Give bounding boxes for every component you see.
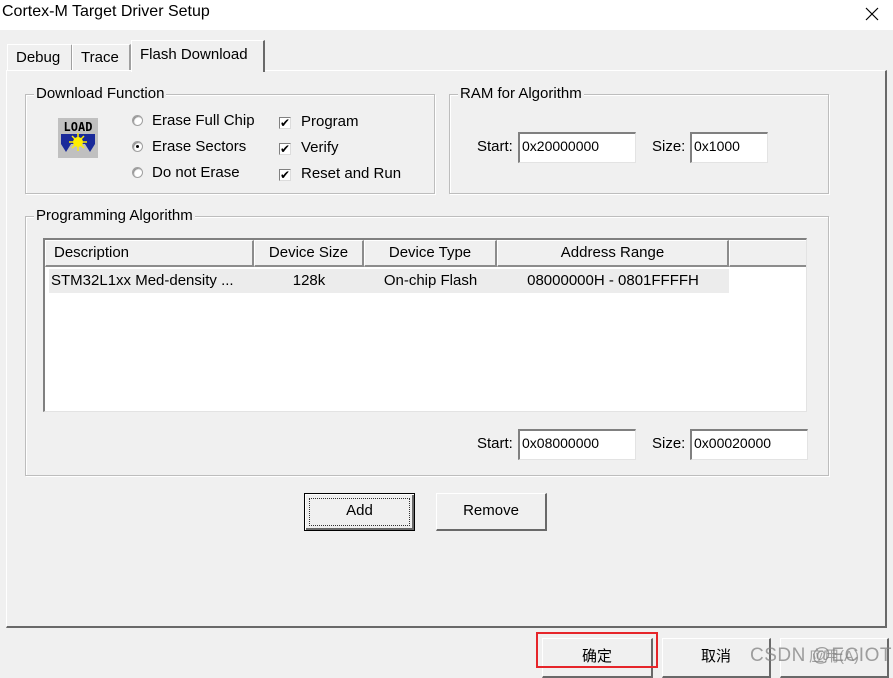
cell-description: STM32L1xx Med-density ...: [51, 272, 234, 289]
cancel-button[interactable]: 取消: [662, 638, 771, 678]
algo-size-label: Size:: [652, 435, 686, 452]
remove-button-label: Remove: [463, 502, 519, 519]
tab-trace-label: Trace: [81, 49, 119, 66]
program-label[interactable]: Program: [301, 113, 359, 131]
add-button[interactable]: Add: [304, 493, 415, 531]
apply-button-label: 应用(A): [809, 648, 859, 665]
svg-text:LOAD: LOAD: [64, 120, 93, 134]
tab-trace[interactable]: Trace: [72, 44, 131, 71]
ok-button-label: 确定: [581, 648, 612, 665]
load-icon: LOAD: [58, 118, 98, 158]
remove-button[interactable]: Remove: [436, 493, 547, 531]
column-header-device-size[interactable]: Device Size: [254, 240, 364, 267]
erase-sectors-label[interactable]: Erase Sectors: [152, 138, 246, 156]
algo-start-input[interactable]: 0x08000000: [518, 429, 636, 460]
tab-flash-download[interactable]: Flash Download: [131, 40, 265, 72]
close-icon: [865, 7, 879, 21]
algorithm-list[interactable]: Description Device Size Device Type Addr…: [43, 238, 807, 412]
algo-start-label: Start:: [477, 435, 513, 452]
check-icon: ✔: [280, 142, 291, 156]
check-icon: ✔: [280, 116, 291, 130]
focus-rect: [309, 498, 410, 526]
verify-checkbox[interactable]: ✔: [279, 143, 291, 155]
cell-device-type: On-chip Flash: [383, 272, 478, 289]
ok-button[interactable]: 确定: [542, 638, 653, 678]
ram-start-label: Start:: [477, 138, 513, 155]
column-header-device-type[interactable]: Device Type: [364, 240, 497, 267]
erase-sectors-radio[interactable]: [132, 141, 143, 152]
column-header-address-range[interactable]: Address Range: [497, 240, 729, 267]
reset-and-run-checkbox[interactable]: ✔: [279, 169, 291, 181]
download-function-legend: Download Function: [34, 85, 167, 103]
cancel-button-label: 取消: [700, 648, 731, 665]
window-title: Cortex-M Target Driver Setup: [2, 3, 210, 20]
verify-label[interactable]: Verify: [301, 139, 339, 157]
programming-algorithm-legend: Programming Algorithm: [34, 207, 195, 225]
column-header-empty: [729, 240, 806, 267]
erase-full-chip-label[interactable]: Erase Full Chip: [152, 112, 255, 130]
column-header-description[interactable]: Description: [45, 240, 254, 267]
ram-size-input[interactable]: 0x1000: [690, 132, 768, 163]
tab-flash-download-label: Flash Download: [140, 46, 248, 63]
apply-button[interactable]: 应用(A): [780, 638, 889, 678]
algo-size-input[interactable]: 0x00020000: [690, 429, 808, 460]
program-checkbox[interactable]: ✔: [279, 117, 291, 129]
table-row[interactable]: STM32L1xx Med-density ... 128k On-chip F…: [49, 269, 729, 293]
ram-for-algorithm-legend: RAM for Algorithm: [458, 85, 584, 103]
tab-debug-label: Debug: [16, 49, 61, 66]
erase-full-chip-radio[interactable]: [132, 115, 143, 126]
do-not-erase-radio[interactable]: [132, 167, 143, 178]
close-button[interactable]: [862, 4, 882, 24]
cell-address-range: 08000000H - 0801FFFFH: [527, 272, 699, 289]
cell-device-size: 128k: [292, 272, 326, 289]
check-icon: ✔: [280, 168, 291, 182]
tab-debug[interactable]: Debug: [7, 44, 73, 71]
ram-start-input[interactable]: 0x20000000: [518, 132, 636, 163]
ram-size-label: Size:: [652, 138, 686, 155]
reset-and-run-label[interactable]: Reset and Run: [301, 165, 401, 183]
do-not-erase-label[interactable]: Do not Erase: [152, 164, 240, 182]
